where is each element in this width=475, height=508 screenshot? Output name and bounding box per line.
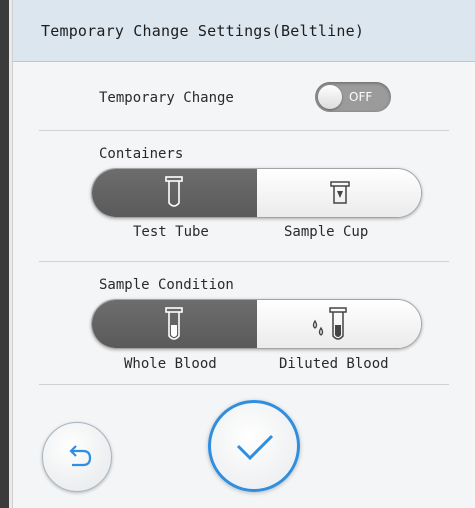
toggle-state-text: OFF [349, 90, 373, 104]
sample-condition-segmented-control [91, 299, 422, 349]
containers-label: Containers [99, 146, 184, 162]
sample-option-diluted-blood[interactable] [256, 300, 421, 348]
diluted-blood-label: Diluted Blood [279, 356, 389, 372]
left-dark-edge [0, 0, 9, 508]
temporary-change-toggle[interactable]: OFF [315, 82, 391, 112]
sample-condition-label: Sample Condition [99, 277, 234, 293]
ok-button[interactable] [208, 400, 300, 492]
containers-segmented-control [91, 168, 422, 218]
test-tube-icon [165, 176, 183, 207]
whole-blood-label: Whole Blood [124, 356, 217, 372]
checkmark-icon [236, 434, 274, 461]
dialog-header: Temporary Change Settings(Beltline) [13, 0, 475, 62]
divider [39, 261, 449, 262]
temporary-change-label: Temporary Change [99, 90, 234, 106]
whole-blood-tube-icon [165, 307, 183, 340]
toggle-knob [318, 85, 342, 109]
dialog-title: Temporary Change Settings(Beltline) [41, 22, 365, 40]
sample-cup-icon [329, 181, 350, 204]
divider [39, 130, 449, 131]
test-tube-label: Test Tube [133, 224, 209, 240]
sample-cup-label: Sample Cup [284, 224, 369, 240]
undo-arrow-icon [69, 445, 92, 467]
temporary-change-dialog: Temporary Change Settings(Beltline) Temp… [12, 0, 475, 508]
back-button[interactable] [42, 422, 112, 492]
container-option-sample-cup[interactable] [256, 169, 421, 217]
sample-option-whole-blood[interactable] [92, 300, 257, 348]
container-option-test-tube[interactable] [92, 169, 257, 217]
diluted-blood-icon [312, 307, 347, 340]
divider [39, 384, 449, 385]
